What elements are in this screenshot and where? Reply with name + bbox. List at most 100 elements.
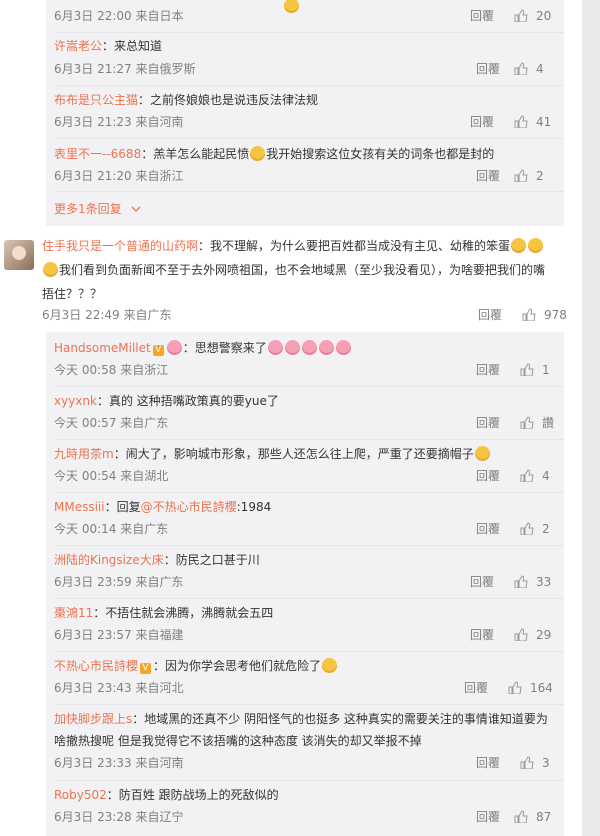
emoji-icon (322, 658, 338, 673)
reply-button[interactable]: 回覆 (476, 809, 500, 825)
divider (54, 85, 564, 86)
reply-content: ：之前佟娘娘也是说违反法律法规 (138, 93, 319, 107)
reply-username[interactable]: 加快脚步跟上s (54, 712, 132, 726)
divider (54, 492, 564, 493)
emoji-icon (43, 262, 58, 277)
reply-date: 6月3日 23:33 来自河南 (54, 756, 184, 770)
reply-button[interactable]: 回覆 (476, 521, 500, 537)
emoji-icon (511, 238, 527, 253)
reply-username[interactable]: 布布是只公主猫 (54, 93, 138, 107)
reply-box-1 (46, 0, 564, 226)
reply-date: 6月3日 21:20 来自浙江 (54, 169, 184, 183)
like-button[interactable]: 87 (514, 809, 551, 825)
reply-username[interactable]: Roby502 (54, 788, 107, 802)
reply-date: 今天 00:57 来自广东 (54, 416, 169, 430)
reply-button[interactable]: 回覆 (476, 755, 500, 771)
divider (54, 598, 564, 599)
like-count: 4 (542, 469, 550, 483)
emoji-icon (528, 238, 544, 253)
reply-username[interactable]: MMessiii (54, 500, 105, 514)
verified-badge-icon: V (152, 345, 164, 356)
divider (54, 138, 564, 139)
emoji-icon (335, 340, 351, 355)
thumbs-up-icon (508, 681, 522, 694)
like-button[interactable]: 41 (514, 114, 551, 130)
reply-date: 今天 00:54 来自湖北 (54, 469, 169, 483)
reply-username[interactable]: 表里不一--6688 (54, 147, 141, 161)
reply-button[interactable]: 回覆 (464, 680, 488, 696)
reply-username[interactable]: 不热心市民詩櫻 (54, 659, 138, 673)
reply-content: ：来总知道 (102, 39, 163, 53)
reply-button[interactable]: 回覆 (476, 415, 500, 431)
divider (54, 780, 564, 781)
reply-username[interactable]: 许嵩老公 (54, 39, 102, 53)
like-count: 3 (542, 756, 550, 770)
like-button[interactable]: 2 (520, 521, 550, 537)
comment-date: 6月3日 22:49 来自广东 (42, 308, 172, 322)
reply-content: ：真的 这种捂嘴政策真的要yue了 (96, 394, 279, 408)
reply-button[interactable]: 回覆 (470, 8, 494, 24)
comment-like-button[interactable]: 978 (522, 307, 567, 323)
divider (54, 191, 564, 192)
reply-username[interactable]: 棗鴻11 (54, 606, 93, 620)
more-replies-link[interactable]: 更多1条回复 (54, 201, 141, 217)
comment-username[interactable]: 住手我只是一个普通的山药啊 (42, 239, 198, 253)
reply-content: ：回复 (104, 500, 141, 514)
like-button[interactable]: 33 (514, 574, 551, 590)
like-count: 2 (536, 169, 544, 183)
reply-mention[interactable]: @不热心市民詩櫻 (141, 500, 237, 514)
reply-username[interactable]: HandsomeMillet (54, 341, 151, 355)
like-count: 4 (536, 62, 544, 76)
reply-button[interactable]: 回覆 (476, 168, 500, 184)
divider (54, 651, 564, 652)
reply-date: 6月3日 23:43 来自河北 (54, 681, 184, 695)
comment-reply-button[interactable]: 回覆 (478, 307, 502, 323)
verified-badge-icon: V (140, 663, 152, 674)
thumbs-up-icon (514, 169, 528, 182)
reply-content: ：防百姓 跟防战场上的死敌似的 (106, 788, 279, 802)
like-button[interactable]: 20 (514, 8, 551, 24)
more-replies-label: 更多1条回复 (54, 202, 122, 216)
like-button[interactable]: 164 (508, 680, 553, 696)
reply-button[interactable]: 回覆 (476, 61, 500, 77)
like-count: 33 (536, 575, 552, 589)
reply-username[interactable]: xyyxnk (54, 394, 97, 408)
reply-username[interactable]: 洲陆的Kingsize大床 (54, 553, 164, 567)
like-button[interactable]: 3 (520, 755, 550, 771)
reply-date: 6月3日 22:00 来自日本 (54, 9, 184, 23)
thumbs-up-icon (514, 575, 528, 588)
like-count: 2 (542, 522, 550, 536)
emoji-icon (474, 446, 490, 461)
comment-content-line1: ：我不理解，为什么要把百姓都当成没有主见、幼稚的笨蛋 (198, 239, 511, 253)
reply-date: 6月3日 21:27 来自俄罗斯 (54, 62, 196, 76)
chevron-down-icon (132, 206, 141, 212)
like-button[interactable]: 29 (514, 627, 551, 643)
reply-content: ：闹大了，影响城市形象，那些人还怎么往上爬，严重了还要摘帽子 (113, 447, 474, 461)
reply-button[interactable]: 回覆 (470, 627, 494, 643)
divider (54, 439, 564, 440)
avatar[interactable] (4, 240, 34, 270)
reply-username[interactable]: 九時用茶m (54, 447, 114, 461)
thumbs-up-icon (520, 363, 534, 376)
reply-date: 6月3日 23:28 来自辽宁 (54, 810, 184, 824)
thumbs-up-icon (520, 416, 534, 429)
thumbs-up-icon (520, 469, 534, 482)
thumbs-up-icon (514, 115, 528, 128)
thumbs-up-icon (522, 308, 536, 321)
reply-button[interactable]: 回覆 (476, 362, 500, 378)
reply-date: 6月3日 23:57 来自福建 (54, 628, 184, 642)
like-count: 29 (536, 628, 552, 642)
reply-button[interactable]: 回覆 (476, 468, 500, 484)
like-count: 41 (536, 115, 552, 129)
like-button[interactable]: 讚 (520, 415, 554, 431)
divider (54, 545, 564, 546)
like-button[interactable]: 1 (520, 362, 550, 378)
scroll-gutter (582, 0, 600, 836)
like-button[interactable]: 2 (514, 168, 544, 184)
reply-button[interactable]: 回覆 (470, 114, 494, 130)
divider (54, 386, 564, 387)
reply-button[interactable]: 回覆 (470, 574, 494, 590)
reply-content: ：因为你学会思考他们就危险了 (153, 659, 322, 673)
like-button[interactable]: 4 (514, 61, 544, 77)
like-button[interactable]: 4 (520, 468, 550, 484)
